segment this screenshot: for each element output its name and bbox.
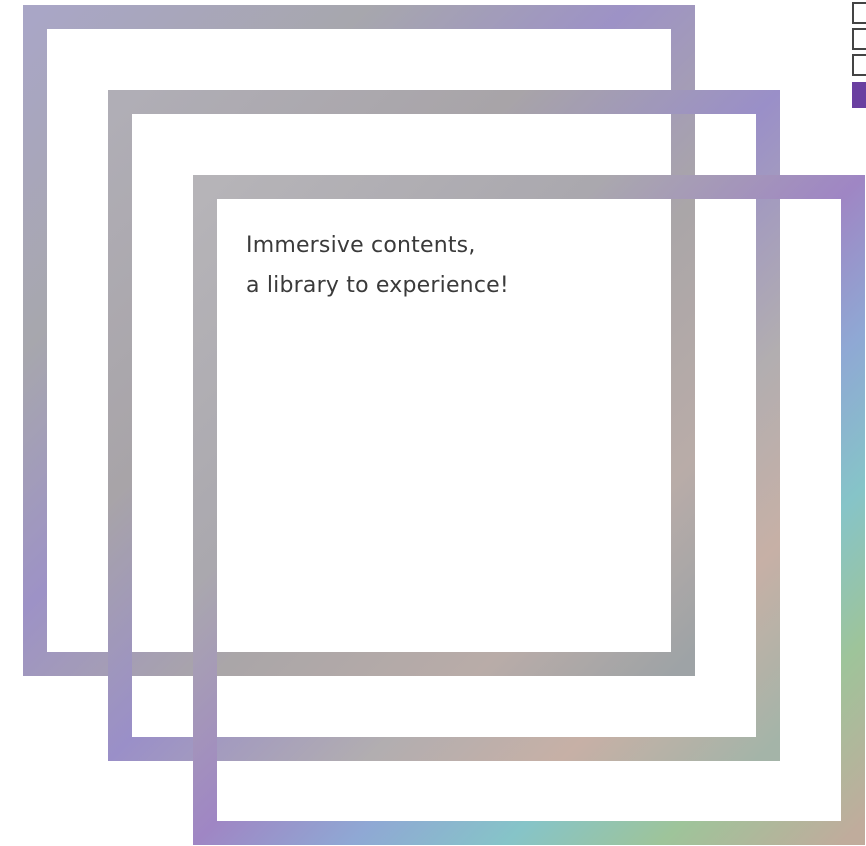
frame-2 xyxy=(108,90,780,761)
holographic-frames xyxy=(23,5,865,845)
logo-accent-block xyxy=(852,82,866,108)
logo-mark-icon xyxy=(852,0,866,108)
logo-glyphs xyxy=(852,0,866,78)
headline-line-1: Immersive contents, xyxy=(246,233,476,258)
poster: Immersive contents, a library to experie… xyxy=(0,0,866,846)
frame-1 xyxy=(23,5,695,676)
headline: Immersive contents, a library to experie… xyxy=(246,226,666,306)
headline-line-2: a library to experience! xyxy=(246,273,509,298)
